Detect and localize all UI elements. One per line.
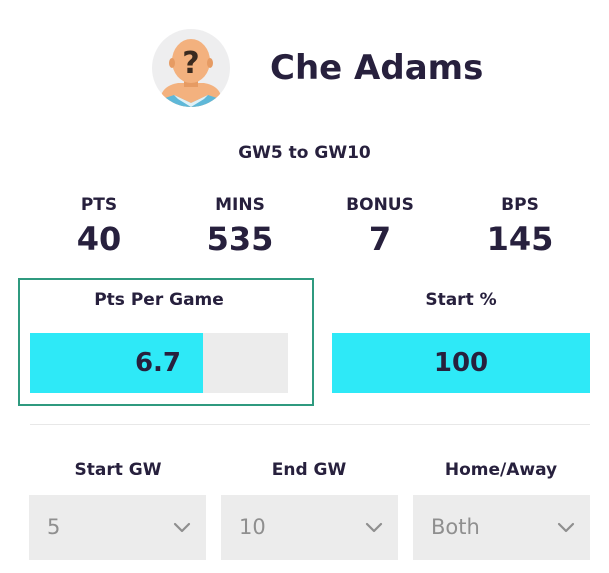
stat-pts: PTS 40: [29, 193, 169, 259]
stat-bonus: BONUS 7: [310, 193, 450, 259]
stat-mins: MINS 535: [170, 193, 310, 259]
end-gw-value: 10: [239, 515, 266, 539]
end-gw-select[interactable]: 10: [221, 495, 398, 560]
home-away-value: Both: [431, 515, 480, 539]
player-header: ? Che Adams: [152, 26, 483, 110]
stat-label: BONUS: [346, 195, 414, 215]
svg-text:?: ?: [182, 46, 199, 81]
stat-label: MINS: [215, 195, 265, 215]
pts-per-game-bar: 6.7: [30, 333, 288, 393]
pts-per-game-label: Pts Per Game: [94, 290, 224, 310]
home-away-select[interactable]: Both: [413, 495, 590, 560]
divider: [30, 424, 590, 425]
player-stats-panel: ? Che Adams GW5 to GW10 PTS 40 MINS 535 …: [0, 0, 609, 573]
stat-value: 145: [486, 220, 554, 258]
chevron-down-icon: [365, 522, 383, 533]
chevron-down-icon: [173, 522, 191, 533]
end-gw-label: End GW: [271, 460, 347, 480]
unknown-player-avatar-icon: ?: [152, 29, 230, 107]
gameweek-range-label: GW5 to GW10: [238, 143, 371, 163]
home-away-label: Home/Away: [444, 460, 558, 480]
chevron-down-icon: [557, 522, 575, 533]
start-gw-value: 5: [47, 515, 61, 539]
stat-bps: BPS 145: [450, 193, 590, 259]
start-pct-bar: 100: [332, 333, 590, 393]
stat-label: PTS: [80, 195, 118, 215]
start-gw-select[interactable]: 5: [29, 495, 206, 560]
player-name: Che Adams: [270, 48, 484, 88]
start-pct-label: Start %: [425, 290, 497, 310]
pts-per-game-value: 6.7: [134, 348, 181, 378]
stat-value: 535: [206, 220, 274, 258]
stat-value: 7: [368, 220, 392, 258]
stat-value: 40: [76, 220, 122, 258]
start-pct-value: 100: [433, 348, 489, 378]
stat-label: BPS: [501, 195, 539, 215]
start-gw-label: Start GW: [74, 460, 162, 480]
